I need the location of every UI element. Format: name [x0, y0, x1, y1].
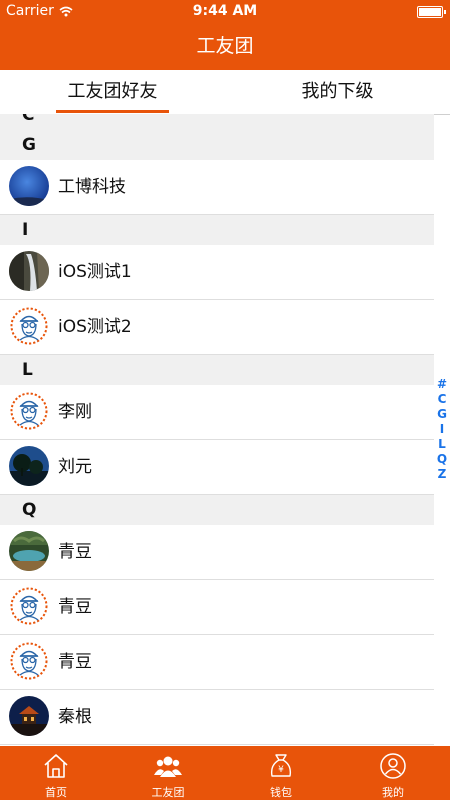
- contact-name: 刘元: [58, 457, 92, 477]
- contact-name: iOS测试1: [58, 262, 132, 282]
- tabbar-group[interactable]: 工友团: [112, 746, 224, 800]
- index-letter[interactable]: C: [434, 392, 450, 407]
- avatar: [9, 531, 49, 571]
- avatar: [9, 446, 49, 486]
- page-title: 工友团: [196, 35, 254, 57]
- contact-name: 青豆: [58, 597, 92, 617]
- bottom-tab-bar: 首页 工友团 ¥ 钱包 我的: [0, 746, 450, 800]
- segment-tabs: 工友团好友 我的下级: [0, 70, 450, 115]
- tabbar-group-label: 工友团: [151, 786, 185, 799]
- avatar: [9, 586, 49, 626]
- tabbar-home-label: 首页: [45, 786, 67, 799]
- tab-friends[interactable]: 工友团好友: [0, 70, 225, 114]
- index-letter[interactable]: Q: [434, 452, 450, 467]
- wallet-icon: ¥: [270, 754, 292, 777]
- section-header-l: L: [0, 355, 434, 385]
- section-header-c: C: [0, 114, 434, 130]
- tab-selected-indicator: [56, 110, 169, 113]
- contact-row[interactable]: 青豆: [0, 525, 434, 580]
- contact-row[interactable]: iOS测试1: [0, 245, 434, 300]
- avatar: [9, 306, 49, 346]
- section-header-i: I: [0, 215, 434, 245]
- profile-icon: [380, 753, 406, 779]
- tabbar-home[interactable]: 首页: [0, 746, 112, 800]
- index-letter[interactable]: I: [434, 422, 450, 437]
- avatar: [9, 641, 49, 681]
- avatar: [9, 166, 49, 206]
- avatar: [9, 251, 49, 291]
- contact-name: 青豆: [58, 652, 92, 672]
- contact-name: 青豆: [58, 542, 92, 562]
- index-letter[interactable]: G: [434, 407, 450, 422]
- contact-name: 秦根: [58, 707, 92, 727]
- index-letter[interactable]: Z: [434, 467, 450, 482]
- tabbar-wallet[interactable]: ¥ 钱包: [225, 746, 337, 800]
- home-icon: [44, 754, 68, 778]
- tab-subordinates[interactable]: 我的下级: [225, 70, 450, 114]
- index-letter[interactable]: L: [434, 437, 450, 452]
- battery-icon: [417, 6, 446, 18]
- friend-list[interactable]: C G 工博科技 IiOS测试1 iOS测试2 L 李刚 刘元 Q 青豆 青豆 青豆 秦根: [0, 114, 434, 746]
- clock: 9:44 AM: [192, 3, 258, 19]
- contact-row[interactable]: 秦根: [0, 690, 434, 745]
- nav-bar: 工友团: [0, 24, 450, 70]
- contact-row[interactable]: 工博科技: [0, 160, 434, 215]
- tabbar-profile[interactable]: 我的: [337, 746, 449, 800]
- contact-name: 李刚: [58, 402, 92, 422]
- contact-row[interactable]: iOS测试2: [0, 300, 434, 355]
- contact-row[interactable]: 刘元: [0, 440, 434, 495]
- contact-row[interactable]: 青豆: [0, 580, 434, 635]
- tabbar-profile-label: 我的: [382, 786, 404, 799]
- alphabet-index[interactable]: # C G I L Q Z: [434, 377, 450, 482]
- group-icon: [154, 756, 182, 777]
- section-header-g: G: [0, 130, 434, 160]
- status-bar: Carrier 9:44 AM: [0, 0, 450, 24]
- contact-name: iOS测试2: [58, 317, 132, 337]
- avatar: [9, 391, 49, 431]
- section-header-q: Q: [0, 495, 434, 525]
- tabbar-wallet-label: 钱包: [270, 786, 292, 799]
- index-letter[interactable]: #: [434, 377, 450, 392]
- avatar: [9, 696, 49, 736]
- svg-text:¥: ¥: [278, 765, 284, 775]
- contact-name: 工博科技: [58, 177, 126, 197]
- contact-row[interactable]: 李刚: [0, 385, 434, 440]
- contact-row[interactable]: 青豆: [0, 635, 434, 690]
